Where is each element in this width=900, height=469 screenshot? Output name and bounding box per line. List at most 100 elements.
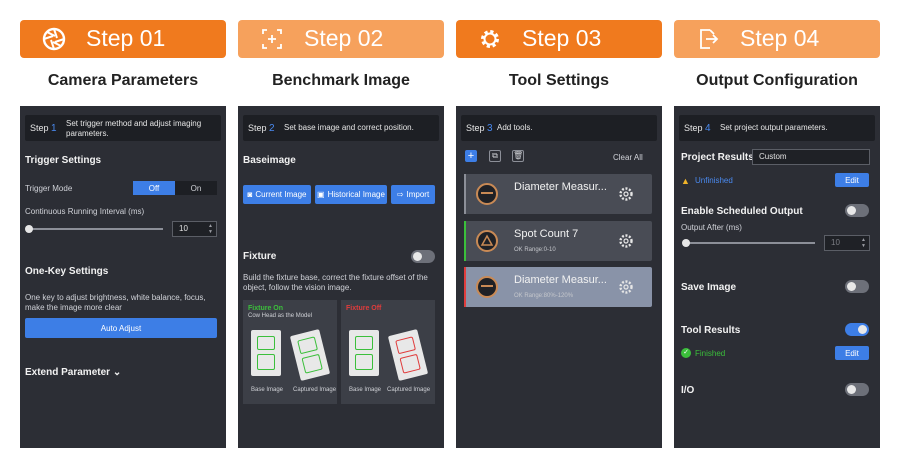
output-after-slider[interactable] [685, 242, 815, 244]
fixture-off-title: Fixture Off [346, 305, 382, 312]
output-after-slider-knob[interactable] [682, 239, 690, 247]
copy-icon: ⧉ [492, 151, 498, 160]
step-header: Step 4 Set project output parameters. [679, 115, 875, 141]
save-image-toggle[interactable] [845, 280, 869, 293]
tool-results-toggle[interactable] [845, 323, 869, 336]
current-image-button[interactable]: ◙ Current Image [243, 185, 311, 204]
auto-adjust-button[interactable]: Auto Adjust [25, 318, 217, 338]
tool-range: OK Range:80%-120% [514, 293, 574, 299]
save-image-label: Save Image [681, 282, 737, 293]
step-04-title: Step 04 [740, 25, 820, 51]
settings-icon[interactable] [618, 279, 634, 295]
step-02-title: Step 02 [304, 25, 384, 51]
trigger-settings-heading: Trigger Settings [25, 155, 102, 166]
fixture-off-card: Fixture Off Base Image Captured Image [341, 300, 435, 404]
diameter-icon [476, 183, 498, 205]
settings-icon[interactable] [618, 233, 634, 249]
onekey-heading: One-Key Settings [25, 266, 109, 277]
tool-range: OK Range:0-10 [514, 247, 556, 253]
historical-image-button[interactable]: ▣ Historical Image [315, 185, 387, 204]
interval-slider[interactable] [28, 228, 163, 230]
tool-results-label: Tool Results [681, 325, 741, 336]
output-configuration-panel: Step 4 Set project output parameters. Pr… [674, 106, 880, 448]
trigger-off-option[interactable]: Off [133, 181, 175, 195]
fixture-on-card: Fixture On Cow Head as the Model Base Im… [243, 300, 337, 404]
import-label: Import [406, 190, 430, 199]
trigger-on-option[interactable]: On [175, 181, 217, 195]
step-03-subtitle: Tool Settings [508, 72, 610, 89]
baseimage-heading: Baseimage [243, 155, 296, 166]
step-header: Step 2 Set base image and correct positi… [243, 115, 439, 141]
interval-slider-knob[interactable] [25, 225, 33, 233]
tool-item[interactable]: Diameter Measur... OK Range:80%-120% [464, 267, 652, 307]
step-label: Step [466, 123, 485, 133]
trigger-mode-label: Trigger Mode [25, 184, 73, 193]
tool-item[interactable]: Diameter Measur... [464, 174, 652, 214]
warning-icon: ▲ [681, 176, 690, 186]
unfinished-status: Unfinished [695, 176, 733, 185]
step-description: Add tools. [497, 123, 533, 132]
check-icon: ✓ [681, 348, 691, 358]
historical-image-label: Historical Image [327, 190, 385, 199]
project-results-value: Custom [759, 152, 787, 161]
step-label: Step [684, 123, 703, 133]
scheduled-output-toggle[interactable] [845, 204, 869, 217]
fixture-description: Build the fixture base, correct the fixt… [243, 273, 428, 292]
fixture-on-title: Fixture On [248, 305, 284, 312]
fixture-toggle[interactable] [411, 250, 435, 263]
fixture-on-subtitle: Cow Head as the Model [248, 313, 313, 319]
stepper-arrows-icon[interactable]: ▲ ▼ [861, 237, 866, 249]
output-after-input[interactable]: 10 ▲ ▼ [824, 235, 870, 251]
interval-input[interactable]: 10 ▲ ▼ [172, 221, 217, 237]
base-image-caption: Base Image [251, 387, 284, 393]
extend-parameter-toggle[interactable]: Extend Parameter ⌄ [25, 367, 121, 378]
project-results-select[interactable]: Custom [752, 149, 870, 165]
edit-project-button[interactable]: Edit [835, 173, 869, 187]
step-label: Step [30, 123, 49, 133]
base-image-thumbnail [251, 330, 281, 376]
step-04-banner: Step 04 [674, 20, 880, 58]
step-label: Step [248, 123, 267, 133]
settings-icon[interactable] [618, 186, 634, 202]
tool-name: Diameter Measur... [514, 274, 607, 286]
tool-item[interactable]: Spot Count 7 OK Range:0-10 [464, 221, 652, 261]
step-header: Step 3 Add tools. [461, 115, 657, 141]
edit-tool-results-button[interactable]: Edit [835, 346, 869, 360]
trash-icon: 🗑 [513, 151, 524, 160]
captured-image-thumbnail [289, 329, 331, 381]
finished-status: Finished [695, 349, 726, 358]
step-number: 1 [51, 123, 57, 134]
history-icon: ▣ [317, 190, 325, 199]
tool-settings-panel: Step 3 Add tools. + ⧉ 🗑 Clear All Diamet… [456, 106, 662, 448]
copy-tool-button[interactable]: ⧉ [489, 150, 501, 162]
io-toggle[interactable] [845, 383, 869, 396]
gear-icon [481, 30, 499, 48]
captured-image-caption: Captured Image [293, 387, 337, 393]
tool-name: Spot Count 7 [514, 228, 579, 240]
add-tool-button[interactable]: + [465, 150, 477, 162]
step-03-banner: Step 03 [456, 20, 662, 58]
current-image-label: Current Image [255, 190, 307, 199]
step-01-subtitle: Camera Parameters [47, 72, 199, 89]
project-results-label: Project Results [681, 152, 754, 163]
step-description: Set base image and correct position. [284, 123, 414, 132]
spot-count-icon [476, 230, 498, 252]
diameter-icon [476, 276, 498, 298]
import-button[interactable]: ⇨ Import [391, 185, 435, 204]
step-04-subtitle: Output Configuration [696, 72, 858, 89]
interval-value: 10 [179, 224, 188, 233]
captured-image-caption: Captured Image [387, 387, 431, 393]
benchmark-image-panel: Step 2 Set base image and correct positi… [238, 106, 444, 448]
clear-all-button[interactable]: Clear All [613, 153, 643, 163]
step-number: 3 [487, 123, 493, 134]
step-01-title: Step 01 [86, 25, 166, 51]
base-image-thumbnail [349, 330, 379, 376]
step-02-banner: Step 02 [238, 20, 444, 58]
camera-parameters-panel: Step 1 Set trigger method and adjust ima… [20, 106, 226, 448]
step-description: Set project output parameters. [720, 123, 828, 132]
output-after-label: Output After (ms) [681, 223, 742, 232]
io-label: I/O [681, 385, 695, 396]
delete-tool-button[interactable]: 🗑 [512, 150, 524, 162]
aperture-icon [42, 27, 66, 51]
stepper-arrows-icon[interactable]: ▲ ▼ [208, 223, 213, 235]
